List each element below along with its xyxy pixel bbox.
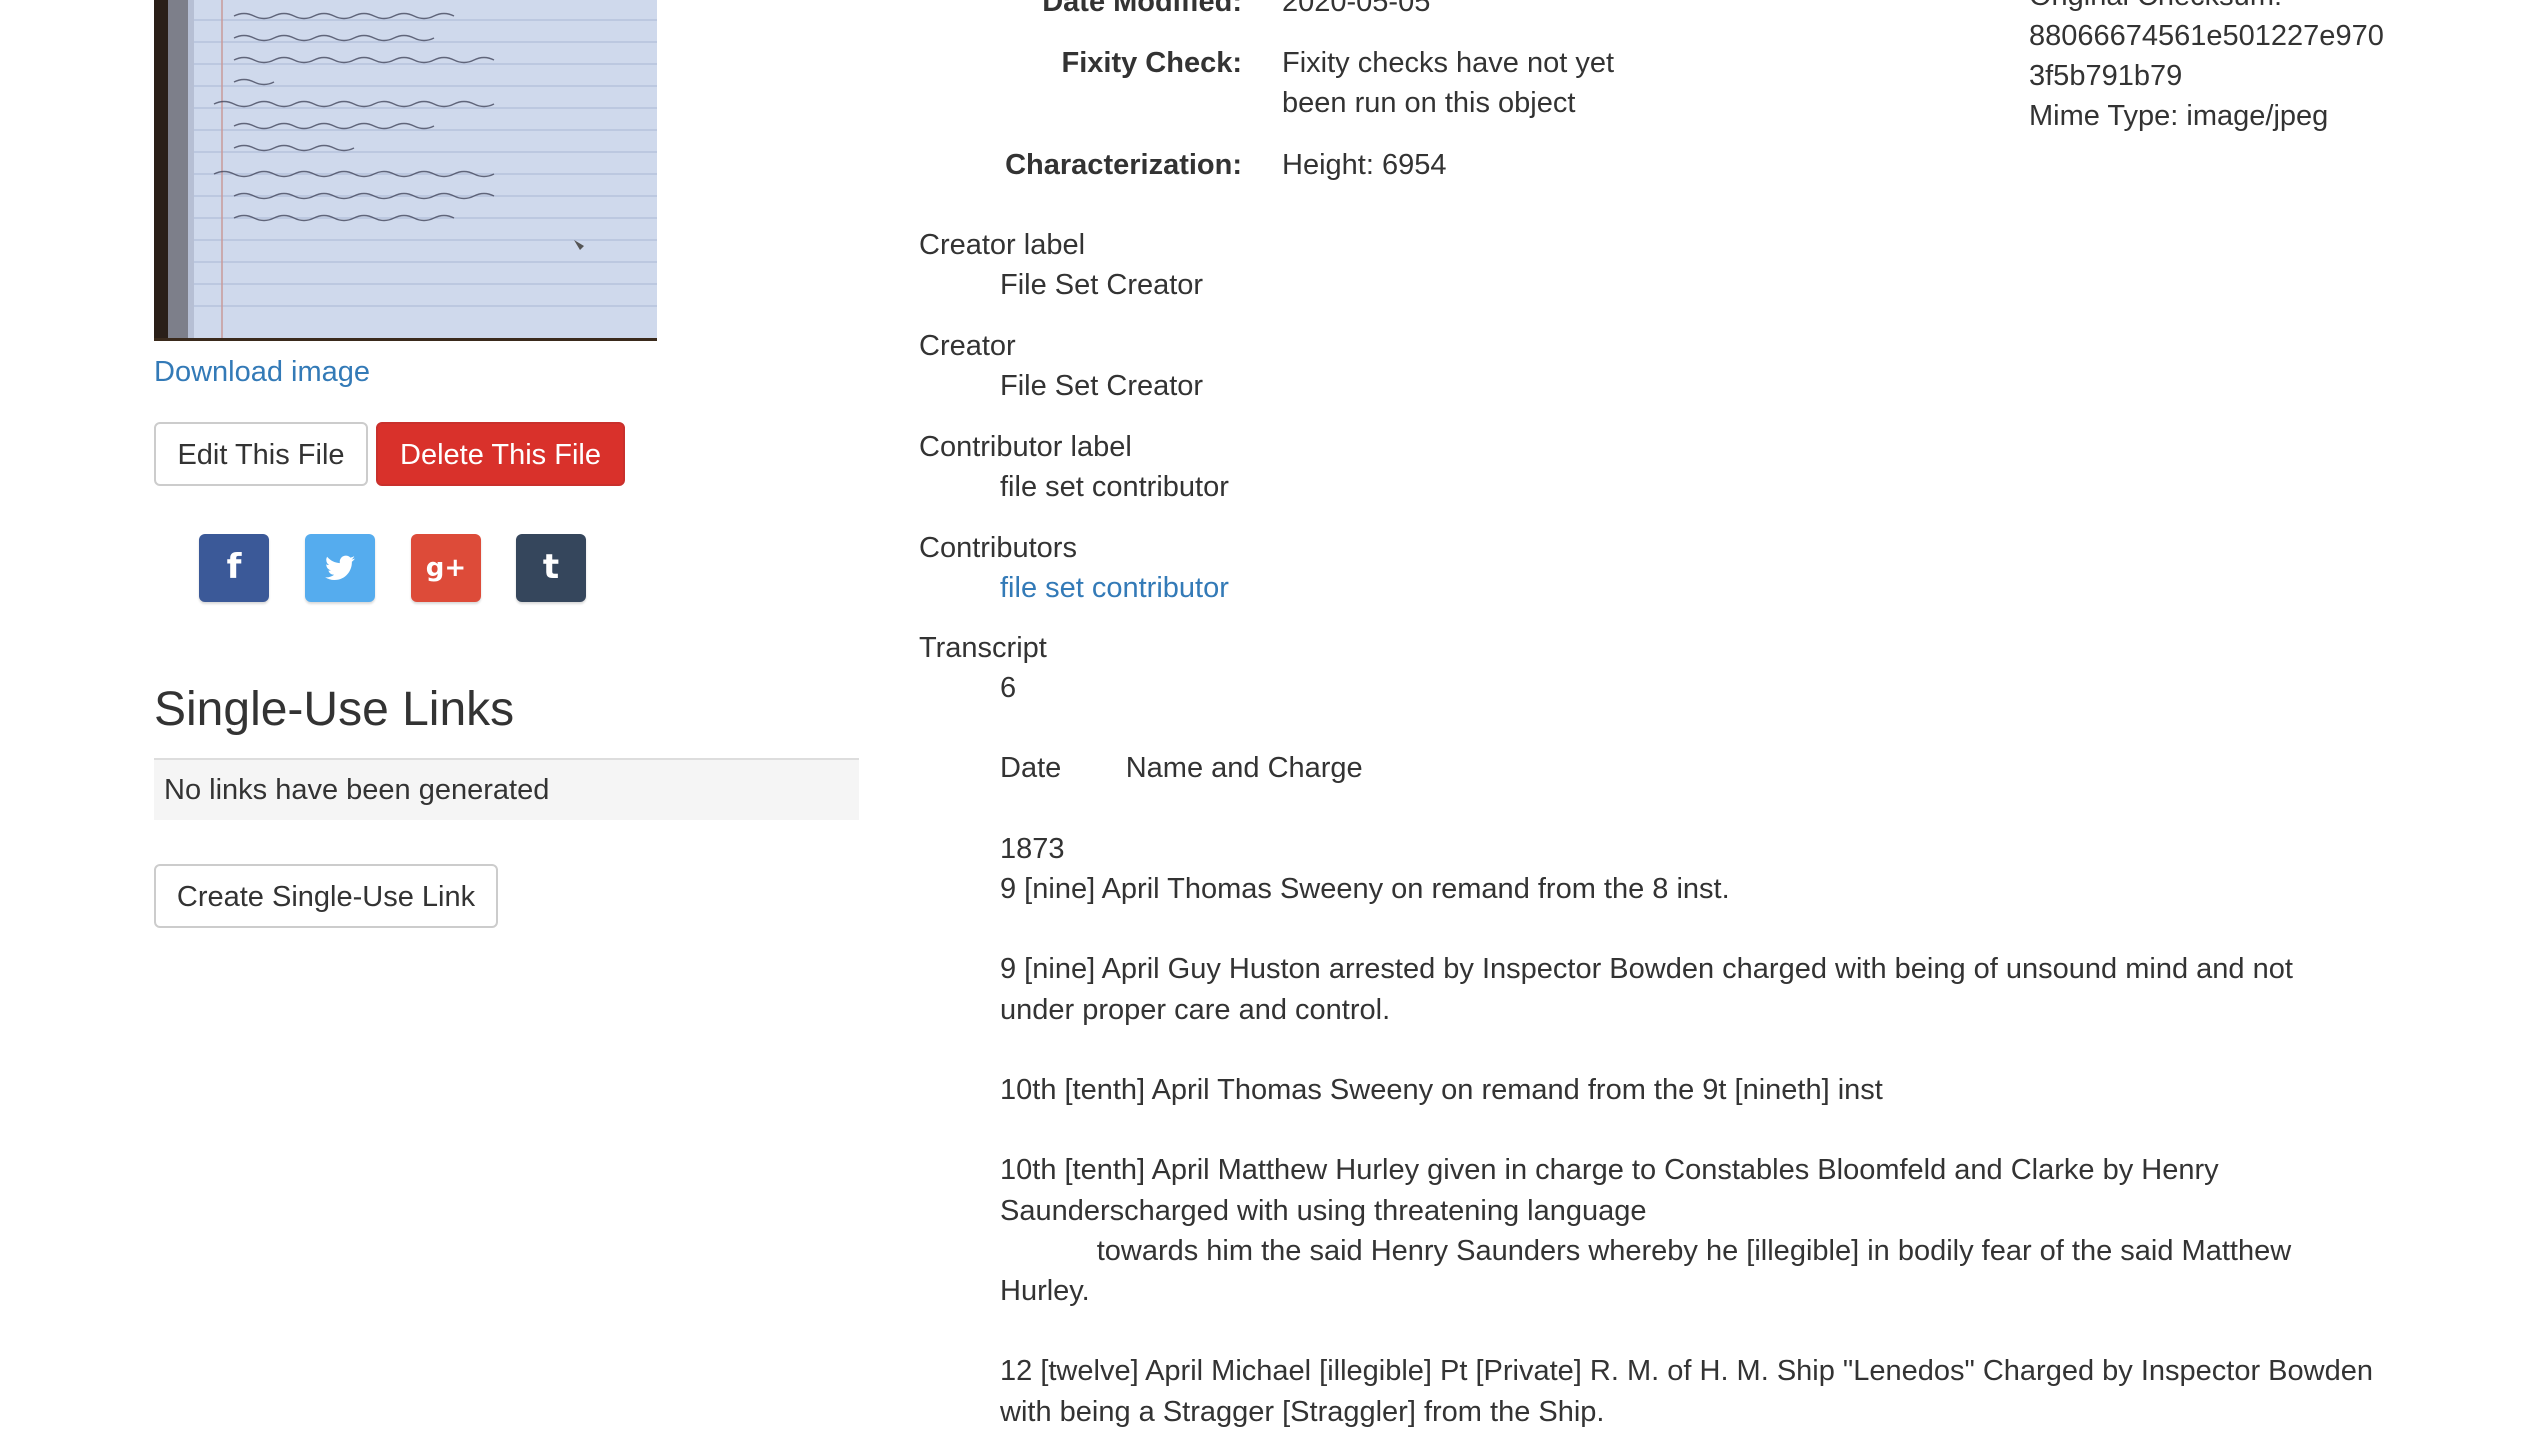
- original-checksum-label: Original Checksum:: [2029, 0, 2509, 16]
- contributor-label-field-value: file set contributor: [1000, 471, 1229, 503]
- transcript-text: 6 Date Name and Charge 1873 9 [nine] Apr…: [1000, 672, 2373, 1428]
- date-modified-value: 2020-05-05: [1282, 0, 1431, 18]
- single-use-links-heading: Single-Use Links: [154, 683, 515, 736]
- contributor-label-field-label: Contributor label: [919, 431, 1132, 463]
- original-checksum-line-2: 3f5b791b79: [2029, 60, 2183, 92]
- date-modified-label: Date Modified:: [1042, 0, 1242, 18]
- file-thumbnail-image[interactable]: [154, 0, 657, 341]
- tumblr-share-button[interactable]: t: [516, 534, 586, 602]
- facebook-share-button[interactable]: f: [199, 534, 269, 602]
- twitter-share-button[interactable]: [305, 534, 375, 602]
- creator-field-label: Creator: [919, 330, 1016, 362]
- twitter-icon: [325, 555, 355, 580]
- creator-label-field-value: File Set Creator: [1000, 269, 1204, 301]
- transcript-field-label: Transcript: [919, 632, 1047, 664]
- delete-file-button[interactable]: Delete This File: [376, 422, 625, 486]
- facebook-icon: f: [226, 547, 242, 587]
- contributors-link[interactable]: file set contributor: [1000, 568, 1229, 608]
- download-image-link[interactable]: Download image: [154, 352, 370, 392]
- characterization-label: Characterization:: [1005, 149, 1242, 181]
- googleplus-share-button[interactable]: g+: [411, 534, 481, 602]
- original-checksum-line-1: 88066674561e501227e970: [2029, 20, 2384, 52]
- creator-label-field-label: Creator label: [919, 229, 1086, 261]
- tumblr-icon: t: [542, 547, 560, 587]
- contributors-field-label: Contributors: [919, 532, 1077, 564]
- characterization-value: Height: 6954: [1282, 149, 1447, 181]
- single-use-links-panel: No links have been generated: [154, 758, 859, 820]
- create-single-use-link-button[interactable]: Create Single-Use Link: [154, 864, 498, 928]
- no-links-message: No links have been generated: [164, 774, 550, 806]
- mime-type: Mime Type: image/jpeg: [2029, 100, 2329, 132]
- fixity-check-label: Fixity Check:: [1061, 47, 1243, 79]
- file-technical-info: Original Checksum: 88066674561e501227e97…: [2029, 0, 2509, 136]
- googleplus-icon: g+: [425, 553, 467, 583]
- edit-file-button[interactable]: Edit This File: [154, 422, 368, 486]
- fixity-check-line-2: been run on this object: [1282, 87, 1576, 119]
- creator-field-value: File Set Creator: [1000, 370, 1204, 402]
- fixity-check-line-1: Fixity checks have not yet: [1282, 47, 1615, 79]
